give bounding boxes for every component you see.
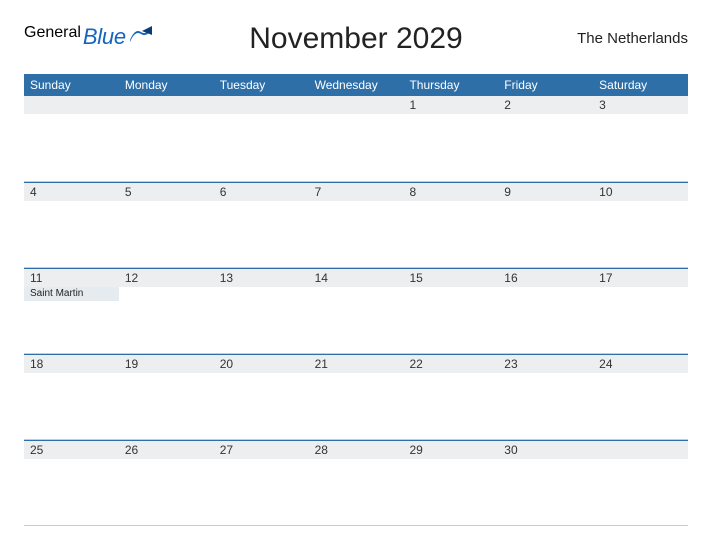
- day-cell: .: [214, 96, 309, 181]
- date-number: 4: [24, 183, 119, 201]
- date-number: 15: [403, 269, 498, 287]
- week-row: 18192021222324: [24, 354, 688, 440]
- date-number: 16: [498, 269, 593, 287]
- day-cell: 26: [119, 441, 214, 525]
- dow-label: Wednesday: [309, 74, 404, 96]
- date-number: 9: [498, 183, 593, 201]
- date-number: 22: [403, 355, 498, 373]
- week-row: ....123: [24, 96, 688, 182]
- day-cell: 22: [403, 355, 498, 439]
- region-label: The Netherlands: [577, 30, 688, 47]
- dow-label: Sunday: [24, 74, 119, 96]
- week-row: 252627282930.: [24, 440, 688, 526]
- date-number: 13: [214, 269, 309, 287]
- day-cell: 25: [24, 441, 119, 525]
- day-cell: 15: [403, 269, 498, 353]
- calendar-page: General Blue November 2029 The Netherlan…: [0, 0, 712, 526]
- dow-label: Saturday: [593, 74, 688, 96]
- date-number: .: [593, 441, 688, 459]
- day-cell: 23: [498, 355, 593, 439]
- day-cell: 10: [593, 183, 688, 267]
- date-number: 30: [498, 441, 593, 459]
- date-number: 10: [593, 183, 688, 201]
- day-of-week-header: Sunday Monday Tuesday Wednesday Thursday…: [24, 74, 688, 96]
- day-cell: 11Saint Martin: [24, 269, 119, 353]
- date-number: 25: [24, 441, 119, 459]
- date-number: 17: [593, 269, 688, 287]
- week-row: 11Saint Martin121314151617: [24, 268, 688, 354]
- date-number: 1: [403, 96, 498, 114]
- date-number: 21: [309, 355, 404, 373]
- day-cell: 1: [403, 96, 498, 181]
- day-cell: 4: [24, 183, 119, 267]
- date-number: 24: [593, 355, 688, 373]
- day-cell: 17: [593, 269, 688, 353]
- day-cell: 9: [498, 183, 593, 267]
- date-number: 26: [119, 441, 214, 459]
- day-cell: 14: [309, 269, 404, 353]
- date-number: 27: [214, 441, 309, 459]
- day-cell: .: [309, 96, 404, 181]
- day-cell: 5: [119, 183, 214, 267]
- day-cell: 30: [498, 441, 593, 525]
- dow-label: Thursday: [403, 74, 498, 96]
- date-number: 14: [309, 269, 404, 287]
- dow-label: Tuesday: [214, 74, 309, 96]
- header: General Blue November 2029 The Netherlan…: [24, 18, 688, 74]
- date-number: 3: [593, 96, 688, 114]
- date-number: 7: [309, 183, 404, 201]
- date-number: 20: [214, 355, 309, 373]
- date-number: 8: [403, 183, 498, 201]
- date-number: 12: [119, 269, 214, 287]
- date-number: 28: [309, 441, 404, 459]
- day-cell: 28: [309, 441, 404, 525]
- calendar-grid: Sunday Monday Tuesday Wednesday Thursday…: [24, 74, 688, 526]
- day-cell: 3: [593, 96, 688, 181]
- date-number: 19: [119, 355, 214, 373]
- day-cell: 16: [498, 269, 593, 353]
- date-number: .: [214, 96, 309, 114]
- day-cell: 27: [214, 441, 309, 525]
- weeks-container: ....1234567891011Saint Martin12131415161…: [24, 96, 688, 526]
- day-cell: 21: [309, 355, 404, 439]
- dow-label: Friday: [498, 74, 593, 96]
- day-cell: 12: [119, 269, 214, 353]
- day-cell: 7: [309, 183, 404, 267]
- date-number: 18: [24, 355, 119, 373]
- date-number: 29: [403, 441, 498, 459]
- day-cell: 2: [498, 96, 593, 181]
- day-cell: .: [24, 96, 119, 181]
- day-cell: .: [593, 441, 688, 525]
- date-number: 23: [498, 355, 593, 373]
- week-row: 45678910: [24, 182, 688, 268]
- date-number: .: [119, 96, 214, 114]
- day-cell: 19: [119, 355, 214, 439]
- day-cell: 29: [403, 441, 498, 525]
- day-cell: 18: [24, 355, 119, 439]
- date-number: 6: [214, 183, 309, 201]
- day-cell: 24: [593, 355, 688, 439]
- date-number: .: [309, 96, 404, 114]
- day-cell: 13: [214, 269, 309, 353]
- day-cell: 20: [214, 355, 309, 439]
- dow-label: Monday: [119, 74, 214, 96]
- date-number: .: [24, 96, 119, 114]
- day-cell: 8: [403, 183, 498, 267]
- holiday-label: Saint Martin: [24, 287, 119, 301]
- day-cell: 6: [214, 183, 309, 267]
- day-cell: .: [119, 96, 214, 181]
- date-number: 11: [24, 269, 119, 287]
- date-number: 5: [119, 183, 214, 201]
- date-number: 2: [498, 96, 593, 114]
